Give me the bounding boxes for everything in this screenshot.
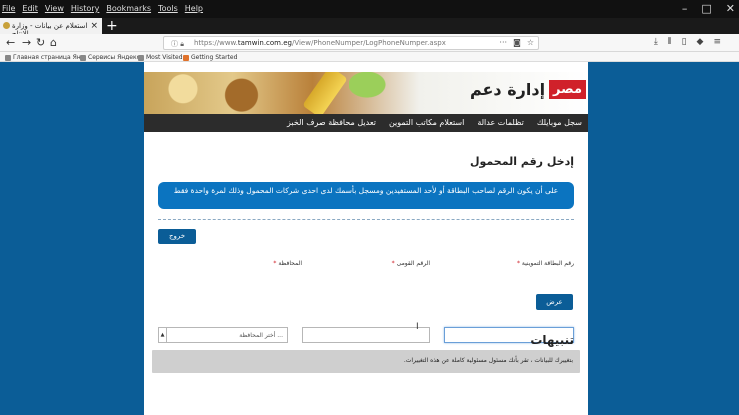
- more-actions-icon[interactable]: ···: [499, 38, 507, 47]
- app-menu-icon[interactable]: ≡: [713, 37, 721, 47]
- firefox-icon: [183, 54, 189, 61]
- banner-image: [144, 72, 274, 114]
- lock-icon[interactable]: ⓘ 🔒︎: [171, 39, 184, 49]
- folder-icon: [80, 54, 86, 61]
- nav-offices-inquiry[interactable]: استعلام مكاتب التموين: [389, 118, 464, 127]
- menu-bookmarks[interactable]: Bookmarks: [106, 4, 151, 13]
- site-container: إدارة دعم مصر سجل موبايلك تظلمات عدالة ا…: [144, 62, 588, 415]
- page-title: إدخل رقم المحمول: [469, 155, 574, 168]
- back-icon[interactable]: ←: [6, 36, 15, 49]
- menu-file[interactable]: File: [2, 4, 15, 13]
- banner-leaves: [349, 72, 409, 114]
- downloads-icon[interactable]: ⤓: [654, 37, 658, 47]
- tab-strip: استعلام عن بيانات - وزارة الانتاج × +: [0, 18, 739, 38]
- menu-help[interactable]: Help: [185, 4, 203, 13]
- tab-close-icon[interactable]: ×: [90, 21, 98, 31]
- menu-view[interactable]: View: [45, 4, 64, 13]
- pocket-icon[interactable]: ◙: [513, 38, 521, 47]
- nav-complaints[interactable]: تظلمات عدالة: [477, 118, 524, 127]
- sidebar-icon[interactable]: ▯: [682, 37, 687, 47]
- bookmark-yandex-services[interactable]: Сервисы Яндекса: [80, 54, 144, 61]
- menu-tools[interactable]: Tools: [158, 4, 178, 13]
- forward-icon[interactable]: →: [22, 36, 31, 49]
- yandex-icon: [5, 54, 11, 61]
- menu-bar: File Edit View History Bookmarks Tools H…: [0, 0, 739, 18]
- reload-icon[interactable]: ↻: [36, 36, 45, 49]
- governorate-label: المحافظة *: [273, 260, 302, 267]
- close-window-button[interactable]: ✕: [726, 2, 735, 15]
- bookmark-most-visited[interactable]: Most Visited: [138, 54, 183, 61]
- navigation-bar: ← → ↻ ⌂ ⓘ 🔒︎ https://www.tamwin.com.eg/V…: [0, 34, 739, 52]
- site-nav: سجل موبايلك تظلمات عدالة استعلام مكاتب ا…: [144, 114, 588, 132]
- favicon-icon: [3, 22, 10, 29]
- notes-box: بتغييرك للبيانات ، تقر بأنك مسئول مسئولي…: [152, 350, 580, 373]
- text-cursor-icon: I: [416, 322, 419, 332]
- main-content: إدخل رقم المحمول على أن يكون الرقم لصاحب…: [144, 132, 588, 415]
- url-text: https://www.tamwin.com.eg/View/PhoneNump…: [194, 39, 446, 47]
- bookmark-star-icon[interactable]: ☆: [527, 38, 534, 47]
- bookmarks-bar: Главная страница Ян... Сервисы Яндекса M…: [0, 52, 739, 62]
- info-banner: على أن يكون الرقم لصاحب البطاقة أو لأحد …: [158, 182, 574, 209]
- national-id-input[interactable]: [302, 327, 430, 343]
- show-button[interactable]: عرض: [536, 294, 573, 310]
- browser-tab[interactable]: استعلام عن بيانات - وزارة الانتاج ×: [0, 18, 102, 38]
- bookmark-yandex-home[interactable]: Главная страница Ян...: [5, 54, 86, 61]
- home-icon[interactable]: ⌂: [50, 36, 57, 49]
- menu-edit[interactable]: Edit: [22, 4, 38, 13]
- exit-button[interactable]: خروج: [158, 229, 196, 244]
- maximize-button[interactable]: □: [701, 2, 711, 15]
- site-logo[interactable]: إدارة دعم مصر: [470, 80, 586, 99]
- new-tab-button[interactable]: +: [106, 18, 118, 34]
- card-number-label: رقم البطاقة التموينية *: [516, 260, 574, 267]
- governorate-select[interactable]: ... أختر المحافظة ▲: [158, 327, 288, 343]
- nav-register-mobile[interactable]: سجل موبايلك: [537, 118, 582, 127]
- logo-text: إدارة دعم: [469, 80, 546, 99]
- gear-icon: [138, 54, 144, 61]
- governorate-select-value: ... أختر المحافظة: [239, 332, 283, 339]
- logo-box: مصر: [549, 80, 586, 99]
- chevron-down-icon: ▲: [159, 328, 167, 342]
- notes-text: بتغييرك للبيانات ، تقر بأنك مسئول مسئولي…: [403, 357, 573, 364]
- national-id-label: الرقم القومى *: [391, 260, 430, 267]
- minimize-button[interactable]: –: [682, 2, 688, 15]
- notes-title: تنبيهات: [530, 333, 574, 347]
- banner-bottle: [302, 72, 348, 114]
- header-banner: إدارة دعم مصر: [144, 72, 588, 114]
- divider: [158, 219, 574, 220]
- browser-window: File Edit View History Bookmarks Tools H…: [0, 0, 739, 415]
- extension-icon[interactable]: ◆: [697, 37, 704, 47]
- menu-history[interactable]: History: [71, 4, 99, 13]
- bookmark-getting-started[interactable]: Getting Started: [183, 54, 237, 61]
- address-bar[interactable]: ⓘ 🔒︎ https://www.tamwin.com.eg/View/Phon…: [163, 36, 539, 50]
- library-icon[interactable]: ⫴: [668, 37, 672, 47]
- nav-change-bread-governorate[interactable]: تعديل محافظة صرف الخبز: [287, 118, 376, 127]
